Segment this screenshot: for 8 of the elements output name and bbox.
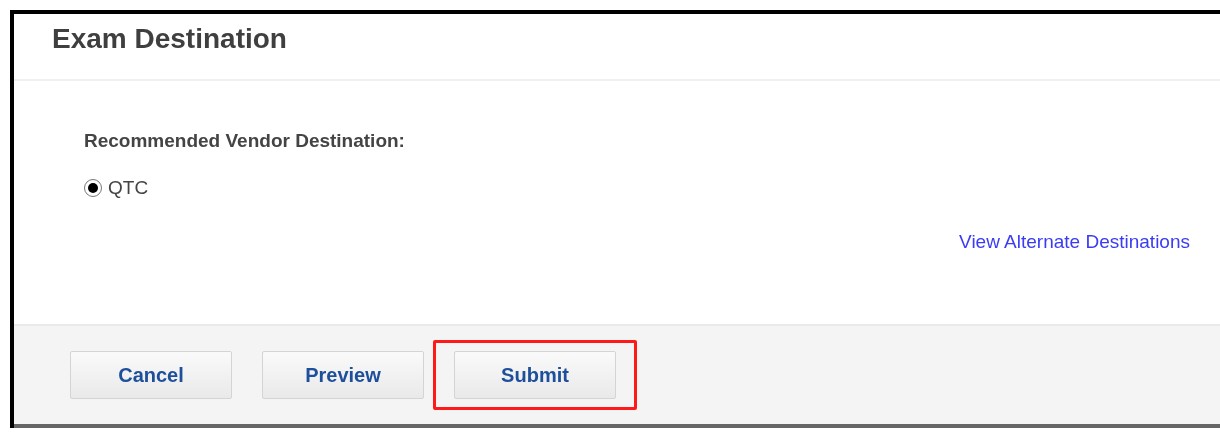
panel-title: Exam Destination [52,22,287,56]
alternate-destinations-link[interactable]: View Alternate Destinations [959,228,1190,257]
cancel-button[interactable]: Cancel [70,351,232,399]
submit-button[interactable]: Submit [454,351,616,399]
radio-button[interactable] [84,178,102,197]
radio-label: QTC [108,175,149,200]
preview-button[interactable]: Preview [262,351,424,399]
vendor-label: Recommended Vendor Destination: [84,129,405,153]
